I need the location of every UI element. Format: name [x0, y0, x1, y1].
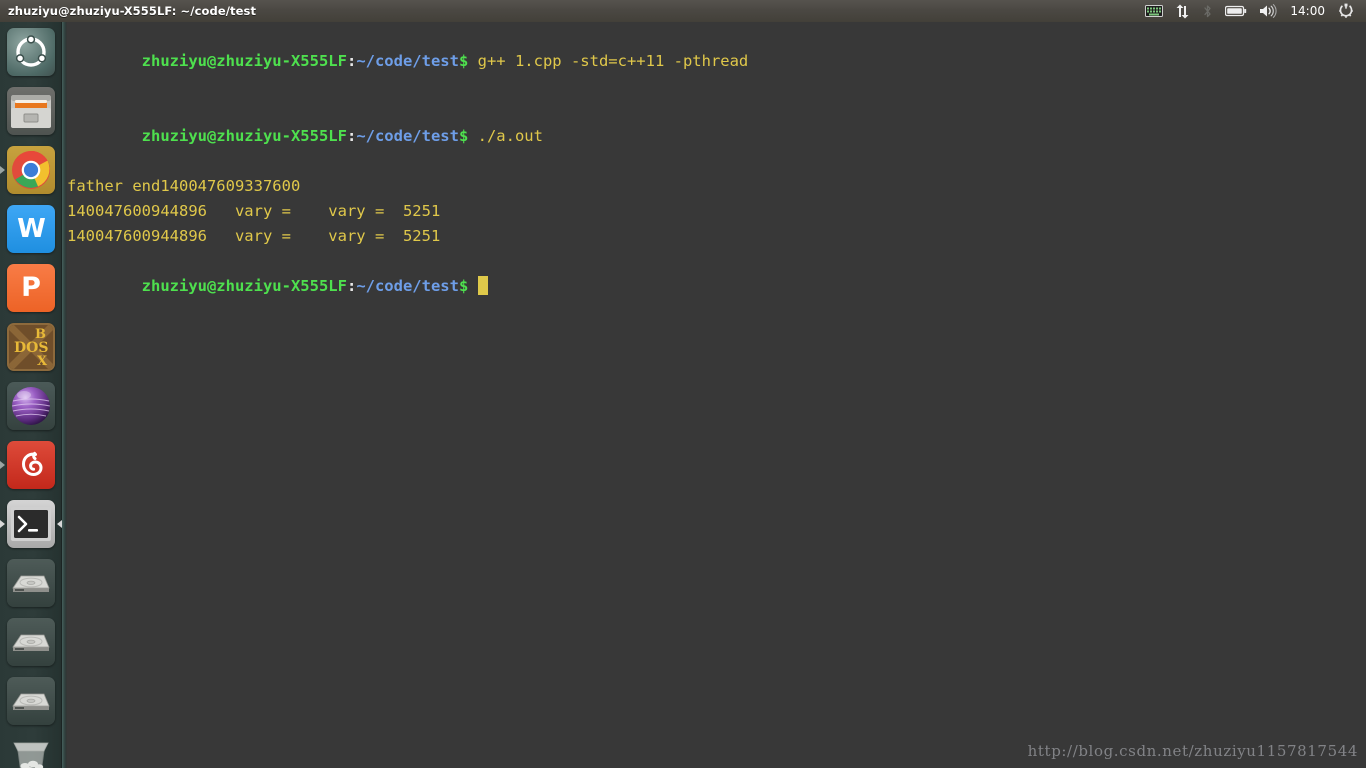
terminal-line: zhuziyu@zhuziyu-X555LF:~/code/test$ g++ …: [67, 24, 1366, 99]
prompt-user-host: zhuziyu@zhuziyu-X555LF: [141, 277, 347, 295]
terminal-command: ./a.out: [468, 127, 543, 145]
watermark-text: http://blog.csdn.net/zhuziyu1157817544: [1027, 742, 1358, 760]
prompt-dollar: $: [458, 52, 469, 70]
launcher-item-netease-music[interactable]: [0, 435, 62, 494]
running-indicator-left: [0, 165, 5, 174]
trash-icon: [5, 731, 57, 768]
launcher-item-dash-home[interactable]: [0, 22, 62, 81]
terminal-cursor: [477, 276, 488, 295]
prompt-path: ~/code/test: [356, 127, 459, 145]
launcher-item-disk-2[interactable]: [0, 612, 62, 671]
terminal-output-line: 140047600944896 vary = vary = 5251: [67, 202, 441, 220]
chrome-icon: [7, 145, 55, 194]
dosbox-letter-x: X: [37, 353, 48, 369]
prompt-user-host: zhuziyu@zhuziyu-X555LF: [141, 52, 347, 70]
terminal-window[interactable]: zhuziyu@zhuziyu-X555LF:~/code/test$ g++ …: [62, 22, 1366, 768]
launcher-item-chrome[interactable]: [0, 140, 62, 199]
system-tray: 14:00: [1139, 0, 1366, 22]
terminal-line: zhuziyu@zhuziyu-X555LF:~/code/test$: [67, 249, 1366, 324]
keyboard-indicator-icon[interactable]: [1139, 0, 1169, 22]
window-title: zhuziyu@zhuziyu-X555LF: ~/code/test: [8, 4, 257, 18]
bluetooth-icon[interactable]: [1196, 0, 1219, 22]
prompt-colon: :: [346, 127, 357, 145]
launcher-item-trash[interactable]: [0, 730, 62, 768]
battery-icon[interactable]: [1219, 0, 1253, 22]
terminal-trailing-space: [468, 277, 477, 295]
network-icon[interactable]: [1169, 0, 1196, 22]
wps-presentation-glyph: P: [21, 272, 41, 303]
netease-music-icon: [7, 440, 55, 489]
launcher-item-stellarium[interactable]: [0, 376, 62, 435]
wps-writer-icon: W: [7, 204, 55, 253]
wps-presentation-icon: P: [7, 263, 55, 312]
launcher-item-wps-presentation[interactable]: P: [0, 258, 62, 317]
desktop-screen: zhuziyu@zhuziyu-X555LF: ~/code/test 14:0…: [0, 0, 1366, 768]
prompt-dollar: $: [458, 277, 469, 295]
hard-disk-icon: [7, 617, 55, 666]
clock[interactable]: 14:00: [1283, 4, 1332, 18]
terminal-line: zhuziyu@zhuziyu-X555LF:~/code/test$ ./a.…: [67, 99, 1366, 174]
terminal-output-line: father end140047609337600: [67, 177, 301, 195]
prompt-colon: :: [346, 52, 357, 70]
terminal-output-area[interactable]: zhuziyu@zhuziyu-X555LF:~/code/test$ g++ …: [67, 24, 1366, 768]
launcher-item-files[interactable]: [0, 81, 62, 140]
launcher-item-wps-writer[interactable]: W: [0, 199, 62, 258]
running-indicator-left: [0, 519, 5, 528]
unity-launcher: W P B DOS X: [0, 22, 62, 768]
terminal-output-line: 140047600944896 vary = vary = 5251: [67, 227, 441, 245]
launcher-item-disk-1[interactable]: [0, 553, 62, 612]
launcher-item-dosbox[interactable]: B DOS X: [0, 317, 62, 376]
volume-icon[interactable]: [1253, 0, 1283, 22]
top-panel: zhuziyu@zhuziyu-X555LF: ~/code/test 14:0…: [0, 0, 1366, 22]
prompt-path: ~/code/test: [356, 277, 459, 295]
hard-disk-icon: [7, 558, 55, 607]
prompt-dollar: $: [458, 127, 469, 145]
focus-indicator-right: [57, 519, 62, 528]
dosbox-icon: B DOS X: [7, 322, 55, 371]
wps-writer-glyph: W: [17, 213, 46, 244]
purple-sphere-icon: [7, 381, 55, 430]
prompt-colon: :: [346, 277, 357, 295]
running-indicator-left: [0, 460, 5, 469]
prompt-path: ~/code/test: [356, 52, 459, 70]
terminal-command: g++ 1.cpp -std=c++11 -pthread: [468, 52, 749, 70]
prompt-user-host: zhuziyu@zhuziyu-X555LF: [141, 127, 347, 145]
launcher-item-terminal[interactable]: [0, 494, 62, 553]
launcher-item-disk-3[interactable]: [0, 671, 62, 730]
session-menu-icon[interactable]: [1332, 0, 1360, 22]
ubuntu-logo-icon: [7, 27, 55, 76]
file-manager-icon: [7, 86, 55, 135]
terminal-icon: [7, 499, 55, 548]
hard-disk-icon: [7, 676, 55, 725]
